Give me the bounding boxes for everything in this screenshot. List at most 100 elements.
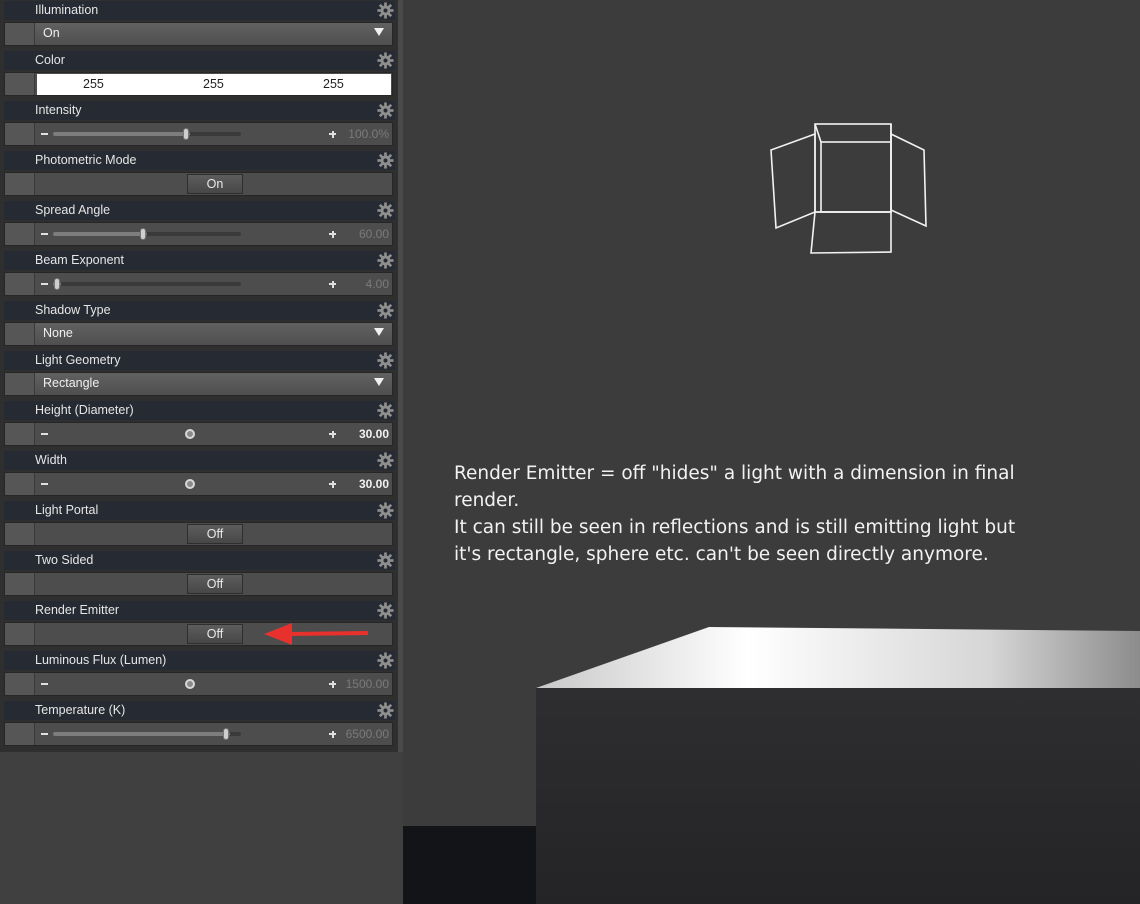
color-blue-value[interactable]: 255 bbox=[323, 77, 344, 91]
minus-icon[interactable] bbox=[41, 433, 48, 435]
temperature-k-slider-track[interactable] bbox=[53, 732, 241, 736]
slider-fill bbox=[53, 232, 147, 236]
property-stub bbox=[5, 423, 35, 445]
color-swatch[interactable] bbox=[5, 73, 35, 95]
light-portal-toggle-button[interactable]: Off bbox=[187, 524, 243, 544]
width-slider-handle[interactable] bbox=[185, 479, 195, 489]
property-light-portal: Light Portal Off bbox=[0, 500, 398, 550]
gear-icon[interactable] bbox=[376, 1, 395, 20]
property-control: 4.00 bbox=[4, 272, 393, 296]
dropdown-value: Rectangle bbox=[43, 376, 100, 390]
annotation-line: it's rectangle, sphere etc. can't be see… bbox=[454, 544, 989, 565]
plus-icon-stem bbox=[331, 680, 334, 688]
property-header: Temperature (K) bbox=[4, 701, 395, 720]
color-red-value[interactable]: 255 bbox=[83, 77, 104, 91]
temperature-k-value[interactable]: 6500.00 bbox=[342, 724, 392, 744]
illumination-dropdown[interactable]: On bbox=[35, 23, 392, 45]
triangle-down-icon bbox=[374, 28, 384, 36]
property-control: 30.00 bbox=[4, 422, 393, 446]
property-width: Width 30.00 bbox=[0, 450, 398, 500]
intensity-slider-handle[interactable] bbox=[183, 128, 190, 140]
property-light-geometry: Light Geometry Rectangle bbox=[0, 350, 398, 400]
shadow-type-dropdown[interactable]: None bbox=[35, 323, 392, 345]
gear-icon[interactable] bbox=[376, 301, 395, 320]
intensity-value[interactable]: 100.0% bbox=[342, 124, 392, 144]
gear-icon[interactable] bbox=[376, 151, 395, 170]
property-label: Height (Diameter) bbox=[35, 403, 134, 417]
gear-icon[interactable] bbox=[376, 101, 395, 120]
viewport-scene bbox=[403, 123, 1140, 904]
property-header: Intensity bbox=[4, 101, 395, 120]
property-header: Shadow Type bbox=[4, 301, 395, 320]
triangle-down-icon bbox=[374, 328, 384, 336]
annotation-line: Render Emitter = off "hides" a light wit… bbox=[454, 463, 1015, 484]
property-header: Light Portal bbox=[4, 501, 395, 520]
height-diameter-value[interactable]: 30.00 bbox=[342, 424, 392, 444]
minus-icon[interactable] bbox=[41, 683, 48, 685]
gear-icon[interactable] bbox=[376, 351, 395, 370]
gear-icon[interactable] bbox=[376, 551, 395, 570]
spread-angle-slider-handle[interactable] bbox=[140, 228, 146, 240]
gear-icon[interactable] bbox=[376, 201, 395, 220]
slider-fill bbox=[53, 732, 230, 736]
property-intensity: Intensity 100.0% bbox=[0, 100, 398, 150]
minus-icon[interactable] bbox=[41, 483, 48, 485]
plus-icon-stem bbox=[331, 430, 334, 438]
beam-exponent-slider-track[interactable] bbox=[53, 282, 241, 286]
plus-icon-stem bbox=[331, 130, 334, 138]
spread-angle-slider-track[interactable] bbox=[53, 232, 241, 236]
plus-icon-stem bbox=[331, 730, 334, 738]
property-stub bbox=[5, 523, 35, 545]
color-fields[interactable]: 255 255 255 bbox=[37, 74, 391, 95]
gear-icon[interactable] bbox=[376, 251, 395, 270]
property-header: Render Emitter bbox=[4, 601, 395, 620]
gear-icon[interactable] bbox=[376, 501, 395, 520]
luminous-flux-lumen-slider-handle[interactable] bbox=[185, 679, 195, 689]
minus-icon[interactable] bbox=[41, 233, 48, 235]
minus-icon[interactable] bbox=[41, 133, 48, 135]
property-header: Width bbox=[4, 451, 395, 470]
dropdown-value: None bbox=[43, 326, 73, 340]
property-shadow-type: Shadow Type None bbox=[0, 300, 398, 350]
gear-icon[interactable] bbox=[376, 701, 395, 720]
gear-icon[interactable] bbox=[376, 401, 395, 420]
property-illumination: Illumination On bbox=[0, 0, 398, 50]
property-control: On bbox=[4, 172, 393, 196]
height-diameter-slider-handle[interactable] bbox=[185, 429, 195, 439]
render-emitter-toggle-button[interactable]: Off bbox=[187, 624, 243, 644]
color-green-value[interactable]: 255 bbox=[203, 77, 224, 91]
intensity-slider-track[interactable] bbox=[53, 132, 241, 136]
property-control: 255 255 255 bbox=[4, 72, 393, 96]
3d-viewport[interactable] bbox=[403, 0, 1140, 904]
property-control: 6500.00 bbox=[4, 722, 393, 746]
property-stub bbox=[5, 273, 35, 295]
beam-exponent-value[interactable]: 4.00 bbox=[342, 274, 392, 294]
width-value[interactable]: 30.00 bbox=[342, 474, 392, 494]
property-stub bbox=[5, 573, 35, 595]
gear-icon[interactable] bbox=[376, 601, 395, 620]
property-control: On bbox=[4, 22, 393, 46]
temperature-k-slider-handle[interactable] bbox=[222, 728, 229, 740]
two-sided-toggle-button[interactable]: Off bbox=[187, 574, 243, 594]
minus-icon[interactable] bbox=[41, 283, 48, 285]
property-control: 100.0% bbox=[4, 122, 393, 146]
light-geometry-dropdown[interactable]: Rectangle bbox=[35, 373, 392, 395]
spread-angle-value[interactable]: 60.00 bbox=[342, 224, 392, 244]
gear-icon[interactable] bbox=[376, 451, 395, 470]
property-label: Intensity bbox=[35, 103, 82, 117]
photometric-mode-toggle-button[interactable]: On bbox=[187, 174, 243, 194]
property-header: Illumination bbox=[4, 1, 395, 20]
gear-icon[interactable] bbox=[376, 651, 395, 670]
property-stub bbox=[5, 623, 35, 645]
plus-icon-stem bbox=[331, 480, 334, 488]
luminous-flux-lumen-value[interactable]: 1500.00 bbox=[342, 674, 392, 694]
property-header: Photometric Mode bbox=[4, 151, 395, 170]
property-header: Beam Exponent bbox=[4, 251, 395, 270]
beam-exponent-slider-handle[interactable] bbox=[53, 278, 60, 290]
property-stub bbox=[5, 223, 35, 245]
minus-icon[interactable] bbox=[41, 733, 48, 735]
property-stub bbox=[5, 373, 35, 395]
property-label: Light Portal bbox=[35, 503, 99, 517]
gear-icon[interactable] bbox=[376, 51, 395, 70]
property-stub bbox=[5, 673, 35, 695]
